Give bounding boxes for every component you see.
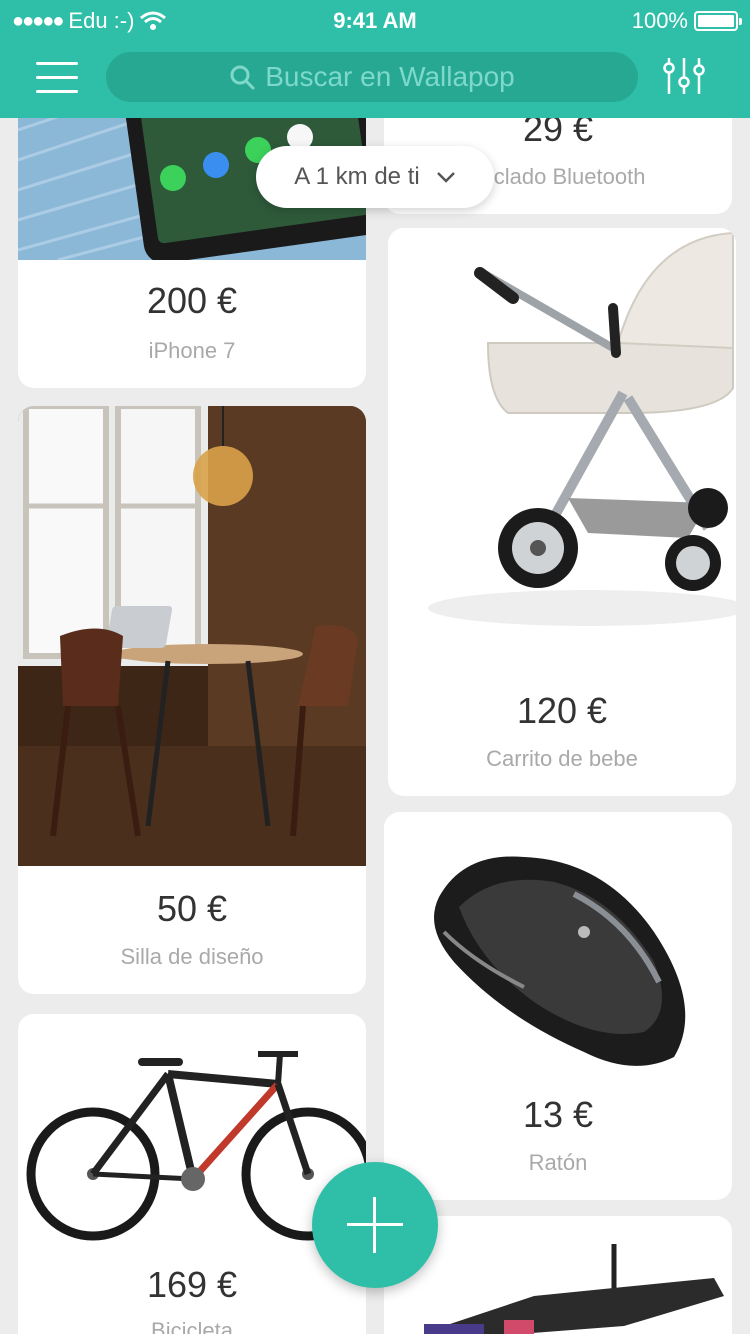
product-title: Carrito de bebe xyxy=(486,746,638,771)
product-image-chair xyxy=(18,406,366,866)
search-input[interactable]: Buscar en Wallapop xyxy=(106,52,638,102)
product-card-iphone[interactable]: 200 € iPhone 7 xyxy=(18,90,366,388)
hamburger-menu-icon[interactable] xyxy=(36,62,78,94)
distance-filter-dropdown[interactable]: A 1 km de ti xyxy=(256,146,494,208)
status-bar: ●●●●● Edu :-) 9:41 AM 100% xyxy=(0,0,750,40)
battery-icon xyxy=(694,11,742,31)
add-product-button[interactable] xyxy=(312,1162,438,1288)
product-card-bike[interactable]: 169 € Bicicleta xyxy=(18,1014,366,1334)
product-title: Silla de diseño xyxy=(120,944,264,969)
search-placeholder: Buscar en Wallapop xyxy=(265,61,515,92)
product-price: 50 € xyxy=(156,888,228,929)
product-title: iPhone 7 xyxy=(148,338,236,363)
product-price: 13 € xyxy=(522,1094,594,1135)
product-image-stroller xyxy=(388,228,736,668)
product-price: 200 € xyxy=(146,280,238,321)
product-title: Bicicleta xyxy=(151,1318,233,1334)
product-card-stroller[interactable]: 120 € Carrito de bebe xyxy=(388,228,736,796)
product-title: Ratón xyxy=(528,1150,588,1175)
battery-percent: 100% xyxy=(631,8,688,33)
product-price: 169 € xyxy=(146,1264,238,1305)
product-card-mouse[interactable]: 13 € Ratón xyxy=(384,812,732,1200)
distance-label: A 1 km de ti xyxy=(294,163,420,190)
product-image-mouse xyxy=(384,812,732,1072)
chevron-down-icon xyxy=(436,172,455,183)
nav-bar: Buscar en Wallapop xyxy=(0,40,750,118)
search-icon xyxy=(230,65,255,90)
product-price: 120 € xyxy=(516,690,608,731)
filter-sliders-icon[interactable] xyxy=(662,56,706,96)
product-card-chair[interactable]: 50 € Silla de diseño xyxy=(18,406,366,994)
